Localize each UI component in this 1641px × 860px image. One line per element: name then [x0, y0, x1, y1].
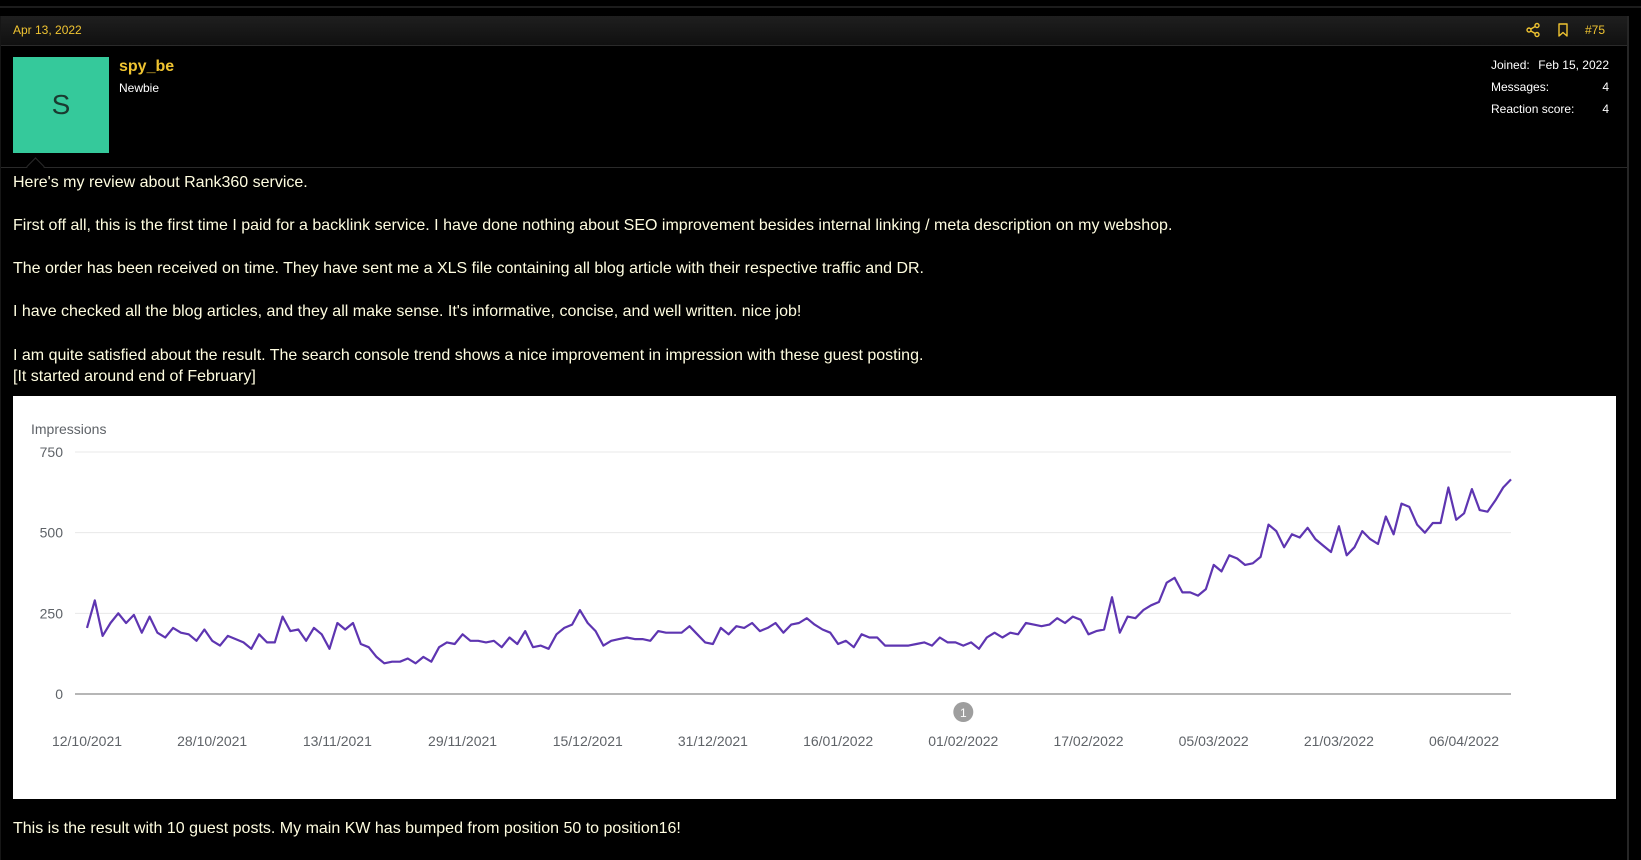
x-tick-label: 01/02/2022 — [928, 733, 998, 749]
stat-joined: Joined: Feb 15, 2022 — [1491, 58, 1609, 80]
message-paragraph: First off all, this is the first time I … — [13, 217, 1173, 234]
x-tick-label: 06/04/2022 — [1429, 733, 1499, 749]
message-paragraph: I am quite satisfied about the result. T… — [13, 347, 924, 364]
x-tick-label: 16/01/2022 — [803, 733, 873, 749]
x-tick-label: 13/11/2021 — [303, 733, 372, 749]
x-tick-label: 05/03/2022 — [1179, 733, 1249, 749]
user-title: Newbie — [119, 81, 160, 95]
x-tick-label: 28/10/2021 — [177, 733, 247, 749]
stat-value: Feb 15, 2022 — [1538, 58, 1609, 72]
y-tick-label: 0 — [55, 686, 63, 702]
user-stats: Joined: Feb 15, 2022 Messages: 4 Reactio… — [1491, 58, 1609, 124]
stat-reaction-score: Reaction score: 4 — [1491, 102, 1609, 124]
stat-label: Messages: — [1491, 80, 1550, 94]
stat-value[interactable]: 4 — [1602, 80, 1609, 94]
y-tick-label: 750 — [40, 444, 64, 460]
post-divider — [1, 167, 1627, 168]
impressions-line — [85, 478, 1512, 665]
post-number-link[interactable]: #75 — [1585, 23, 1605, 37]
y-tick-label: 500 — [40, 525, 64, 541]
stat-label: Reaction score: — [1491, 102, 1575, 116]
post-date[interactable]: Apr 13, 2022 — [13, 23, 82, 37]
avatar-letter: S — [51, 89, 71, 120]
annotation-label: 1 — [960, 706, 967, 720]
message-footer: This is the result with 10 guest posts. … — [13, 820, 681, 837]
x-tick-label: 31/12/2021 — [678, 733, 748, 749]
message-paragraph: I have checked all the blog articles, an… — [13, 303, 802, 320]
message-paragraph: The order has been received on time. The… — [13, 260, 924, 277]
bookmark-icon[interactable] — [1555, 22, 1571, 38]
x-tick-label: 29/11/2021 — [428, 733, 497, 749]
post-actions: #75 — [1525, 22, 1605, 38]
stat-messages: Messages: 4 — [1491, 80, 1609, 102]
impressions-chart: Impressions 0 250 500 750 12/10/2021 28/10/202… — [13, 396, 1616, 799]
message-paragraph: [It started around end of February] — [13, 368, 256, 385]
y-axis-label: Impressions — [31, 421, 106, 437]
impressions-chart-svg: Impressions 0 250 500 750 12/10/2021 28/10/202… — [31, 421, 1512, 749]
x-tick-label: 12/10/2021 — [52, 733, 122, 749]
forum-post: Apr 13, 2022 #75 S spy_be Newbie Joined:… — [0, 16, 1629, 860]
stat-value: 4 — [1602, 102, 1609, 116]
x-tick-label: 21/03/2022 — [1304, 733, 1374, 749]
post-header: Apr 13, 2022 #75 — [1, 16, 1627, 46]
x-tick-label: 15/12/2021 — [553, 733, 623, 749]
top-rule — [0, 6, 1641, 8]
avatar[interactable]: S — [13, 57, 109, 153]
message-paragraph: Here's my review about Rank360 service. — [13, 174, 308, 191]
x-tick-label: 17/02/2022 — [1053, 733, 1123, 749]
share-icon[interactable] — [1525, 22, 1541, 38]
y-tick-label: 250 — [40, 605, 64, 621]
stat-label: Joined: — [1491, 58, 1530, 72]
username-link[interactable]: spy_be — [119, 58, 174, 76]
